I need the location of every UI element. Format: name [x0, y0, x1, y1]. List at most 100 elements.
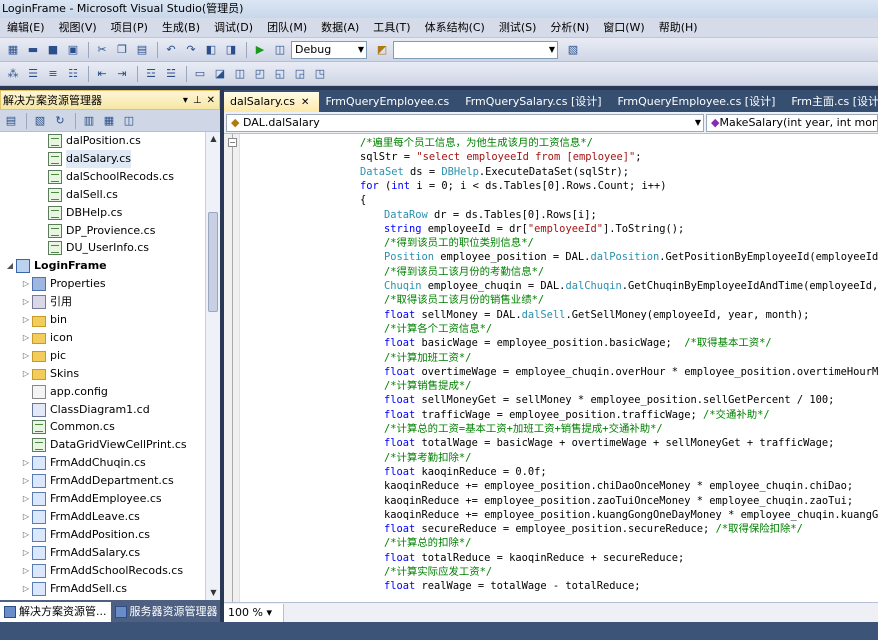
scroll-thumb[interactable] — [208, 212, 218, 312]
find-combo[interactable]: ▼ — [393, 40, 558, 59]
tree-item[interactable]: ▷ 引用 — [20, 293, 72, 311]
tree-scrollbar[interactable]: ▲ ▼ — [205, 132, 220, 600]
view-designer-icon[interactable]: ▦ — [100, 112, 118, 130]
expand-arrow-icon[interactable]: ▷ — [20, 580, 32, 598]
bookmark-clear-all-icon[interactable]: ◳ — [311, 65, 329, 83]
tree-item[interactable]: ▷ pic — [20, 347, 66, 365]
expand-arrow-icon[interactable]: ▷ — [20, 365, 32, 383]
uncomment-icon[interactable]: ☱ — [162, 65, 180, 83]
bookmark-folder-next-icon[interactable]: ◱ — [271, 65, 289, 83]
refresh-icon[interactable]: ↻ — [51, 112, 69, 130]
cut-icon[interactable]: ✂ — [93, 41, 111, 59]
expand-arrow-icon[interactable]: ▷ — [20, 347, 32, 365]
tree-item[interactable]: ◢ LoginFrame — [4, 257, 107, 275]
expand-arrow-icon[interactable]: ▷ — [20, 508, 32, 526]
menu-item[interactable]: 团队(M) — [260, 18, 314, 38]
menu-item[interactable]: 窗口(W) — [596, 18, 651, 38]
show-all-files-icon[interactable]: ▧ — [31, 112, 49, 130]
tree-item[interactable]: ▷ FrmAddEmployee.cs — [20, 490, 162, 508]
tree-item[interactable]: dalSalary.cs — [36, 149, 132, 168]
zoom-combo[interactable]: 100 % ▾ — [224, 603, 284, 622]
bookmark-prev-icon[interactable]: ◪ — [211, 65, 229, 83]
tab-server-explorer[interactable]: 服务器资源管理器 — [111, 602, 222, 622]
tree-item[interactable]: ▷ bin — [20, 311, 67, 329]
format-icon[interactable]: ☷ — [64, 65, 82, 83]
tree-item[interactable]: app.config — [20, 383, 108, 401]
expand-arrow-icon[interactable]: ▷ — [20, 562, 32, 580]
tree-item[interactable]: DP_Provience.cs — [36, 222, 155, 240]
tree-item[interactable]: dalSchoolRecods.cs — [36, 168, 174, 186]
expand-arrow-icon[interactable]: ▷ — [20, 454, 32, 472]
menu-item[interactable]: 测试(S) — [492, 18, 544, 38]
pin-icon[interactable]: ⊥ — [193, 95, 202, 106]
tab-frmqueryemployee-design[interactable]: FrmQueryEmployee.cs [设计] — [612, 92, 786, 112]
bookmark-next-icon[interactable]: ◫ — [231, 65, 249, 83]
tree-item[interactable]: dalSell.cs — [36, 186, 118, 204]
scroll-down-icon[interactable]: ▼ — [206, 586, 221, 600]
tree-item[interactable]: dalPosition.cs — [36, 132, 141, 150]
paste-icon[interactable]: ▤ — [133, 41, 151, 59]
expanded-arrow-icon[interactable]: ◢ — [4, 257, 16, 275]
close-icon[interactable]: ✕ — [207, 95, 215, 106]
copy-icon[interactable]: ❐ — [113, 41, 131, 59]
collapse-icon[interactable]: − — [228, 138, 237, 147]
bookmark-clear-icon[interactable]: ◲ — [291, 65, 309, 83]
navigate-forward-icon[interactable]: ◨ — [222, 41, 240, 59]
menu-item[interactable]: 视图(V) — [52, 18, 104, 38]
tab-frmqueryemployee[interactable]: FrmQueryEmployee.cs — [319, 92, 459, 112]
menu-item[interactable]: 项目(P) — [104, 18, 155, 38]
format-icon[interactable]: ☰ — [24, 65, 42, 83]
tree-item[interactable]: ▷ icon — [20, 329, 73, 347]
format-icon[interactable]: ≡ — [44, 65, 62, 83]
tab-dalsalary[interactable]: dalSalary.cs ✕ — [224, 92, 320, 112]
tree-item[interactable]: ▷ Properties — [20, 275, 106, 293]
tree-item[interactable]: DU_UserInfo.cs — [36, 239, 149, 257]
tab-solution-explorer[interactable]: 解决方案资源管... — [0, 602, 111, 622]
save-all-icon[interactable]: ▣ — [64, 41, 82, 59]
format-icon[interactable]: ⁂ — [4, 65, 22, 83]
menu-item[interactable]: 编辑(E) — [0, 18, 52, 38]
window-position-icon[interactable]: ▾ — [183, 95, 188, 106]
tree-item[interactable]: ▷ FrmAddSell.cs — [20, 580, 127, 598]
expand-arrow-icon[interactable]: ▷ — [20, 544, 32, 562]
expand-arrow-icon[interactable]: ▷ — [20, 329, 32, 347]
find-in-files-icon[interactable]: ◩ — [373, 41, 391, 59]
menu-item[interactable]: 帮助(H) — [652, 18, 705, 38]
attach-icon[interactable]: ◫ — [271, 41, 289, 59]
menu-item[interactable]: 生成(B) — [155, 18, 207, 38]
tree-item[interactable]: DBHelp.cs — [36, 204, 122, 222]
expand-arrow-icon[interactable]: ▷ — [20, 275, 32, 293]
properties-icon[interactable]: ▤ — [2, 112, 20, 130]
navigate-back-icon[interactable]: ◧ — [202, 41, 220, 59]
tree-item[interactable]: ▷ FrmAddLeave.cs — [20, 508, 140, 526]
undo-icon[interactable]: ↶ — [162, 41, 180, 59]
outdent-icon[interactable]: ⇥ — [113, 65, 131, 83]
class-diagram-icon[interactable]: ◫ — [120, 112, 138, 130]
tree-item[interactable]: ▷ FrmAddSchoolRecods.cs — [20, 562, 183, 580]
scroll-up-icon[interactable]: ▲ — [206, 132, 221, 146]
solution-explorer-icon[interactable]: ▧ — [564, 41, 582, 59]
bookmark-folder-icon[interactable]: ◰ — [251, 65, 269, 83]
open-file-icon[interactable]: ▬ — [24, 41, 42, 59]
expand-arrow-icon[interactable]: ▷ — [20, 490, 32, 508]
menu-item[interactable]: 调试(D) — [207, 18, 260, 38]
expand-arrow-icon[interactable]: ▷ — [20, 472, 32, 490]
tree-item[interactable]: ▷ FrmAddSalary.cs — [20, 544, 140, 562]
expand-arrow-icon[interactable]: ▷ — [20, 311, 32, 329]
tree-item[interactable]: ▷ Skins — [20, 365, 79, 383]
save-icon[interactable]: ■ — [44, 41, 62, 59]
menu-item[interactable]: 分析(N) — [543, 18, 596, 38]
tab-frmquerysalary-design[interactable]: FrmQuerySalary.cs [设计] — [459, 92, 611, 112]
close-icon[interactable]: ✕ — [301, 97, 309, 108]
type-dropdown[interactable]: ◆ DAL.dalSalary ▼ — [226, 113, 704, 132]
menu-item[interactable]: 数据(A) — [314, 18, 366, 38]
tab-frmmain-design[interactable]: Frm主面.cs [设计] — [785, 92, 878, 112]
tree-item[interactable]: ▷ FrmAddDepartment.cs — [20, 472, 174, 490]
expand-arrow-icon[interactable]: ▷ — [20, 526, 32, 544]
view-code-icon[interactable]: ▥ — [80, 112, 98, 130]
new-project-icon[interactable]: ▦ — [4, 41, 22, 59]
indent-icon[interactable]: ⇤ — [93, 65, 111, 83]
tree-item[interactable]: ▷ FrmAddPosition.cs — [20, 526, 150, 544]
menu-item[interactable]: 工具(T) — [366, 18, 417, 38]
tree-item[interactable]: ClassDiagram1.cd — [20, 401, 150, 419]
